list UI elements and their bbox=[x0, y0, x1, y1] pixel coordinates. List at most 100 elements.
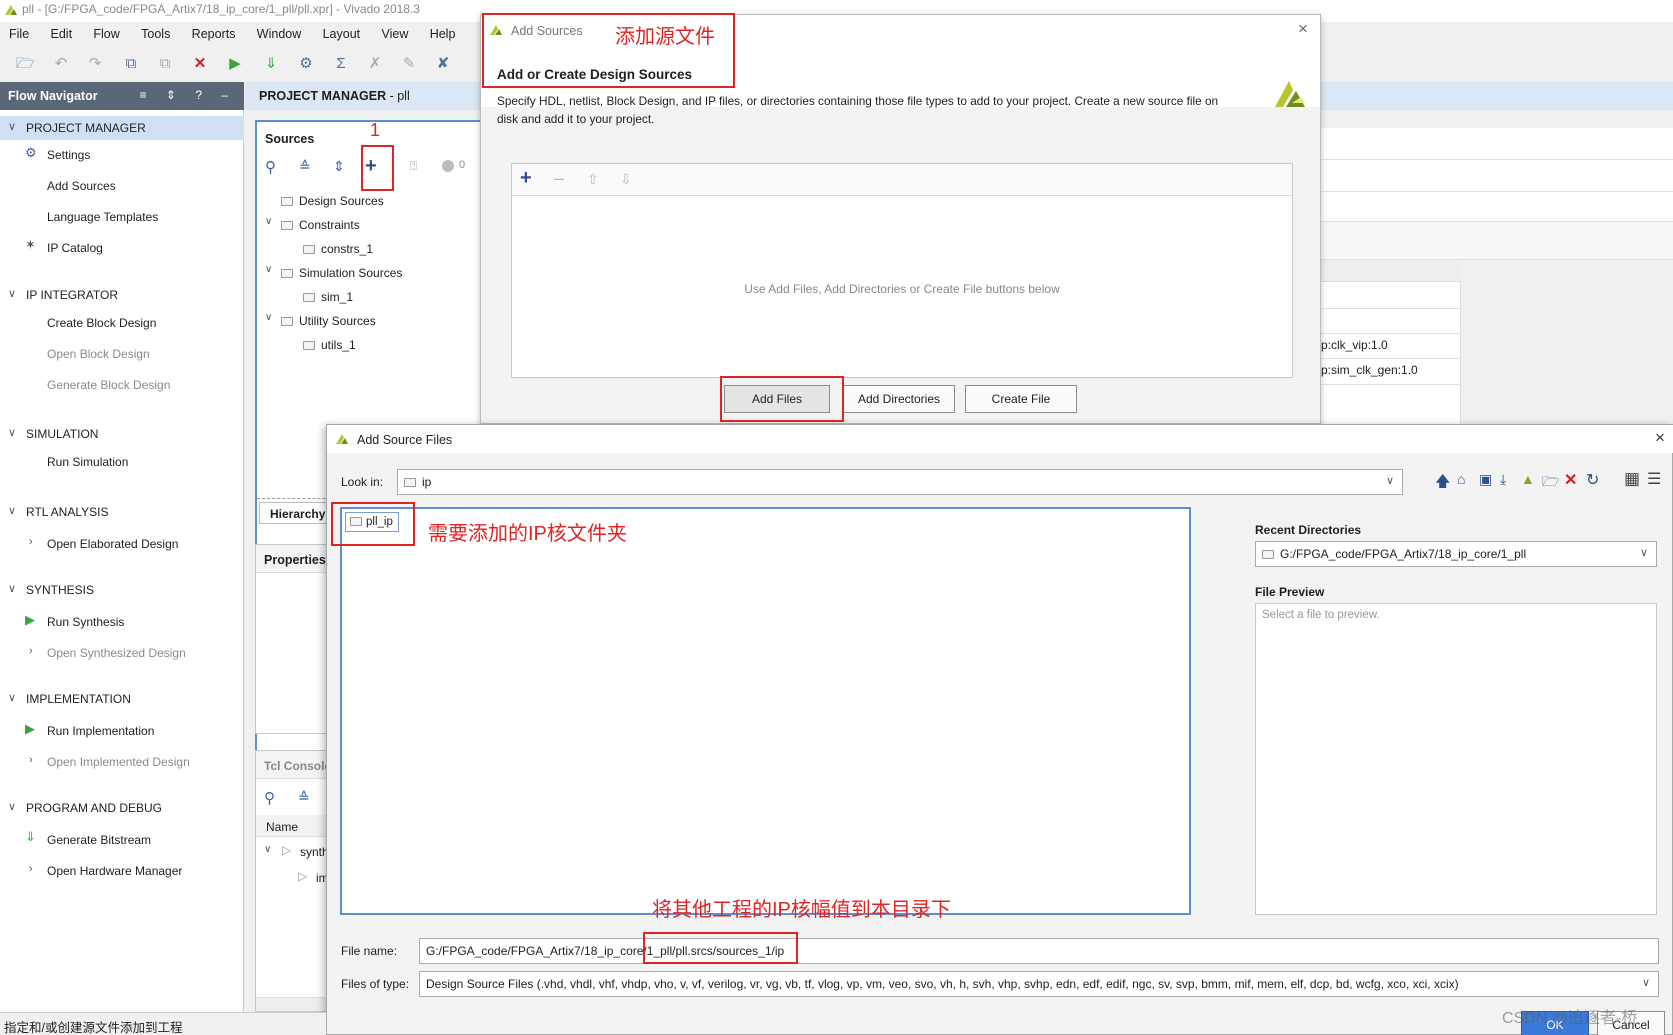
recent-directories-select[interactable]: G:/FPGA_code/FPGA_Artix7/18_ip_core/1_pl… bbox=[1255, 541, 1657, 567]
files-of-type-select[interactable]: Design Source Files (.vhd, vhdl, vhf, vh… bbox=[419, 971, 1659, 997]
paste-icon[interactable]: ⧉ bbox=[156, 55, 174, 73]
menu-layout[interactable]: Layout bbox=[314, 22, 370, 41]
menu-tools[interactable]: Tools bbox=[132, 22, 179, 41]
nav-item-generate-bitstream[interactable]: Generate Bitstream bbox=[47, 833, 151, 847]
gear-icon: ⚙ bbox=[25, 145, 37, 160]
nav-item-add-sources[interactable]: Add Sources bbox=[47, 179, 116, 193]
annotation-step-1: 1 bbox=[370, 120, 381, 140]
tree-item[interactable]: Design Sources bbox=[281, 194, 384, 208]
search-icon[interactable]: ⚲ bbox=[265, 158, 276, 176]
tree-item[interactable]: sim_1 bbox=[303, 290, 353, 304]
nav-item-generate-block-design[interactable]: Generate Block Design bbox=[47, 378, 170, 392]
download-icon[interactable]: ⤓ bbox=[1500, 471, 1506, 488]
undo-icon[interactable]: ↶ bbox=[52, 55, 70, 73]
list-view-icon[interactable]: ☰ bbox=[1647, 469, 1661, 489]
remove-minus-icon[interactable]: – bbox=[554, 168, 564, 189]
home-icon[interactable]: ⌂ bbox=[1457, 471, 1465, 487]
menu-file[interactable]: File bbox=[0, 22, 38, 41]
tree-item[interactable]: Simulation Sources bbox=[281, 266, 402, 280]
chevron-right-icon: › bbox=[29, 536, 33, 548]
menu-edit[interactable]: Edit bbox=[42, 22, 82, 41]
delete-icon[interactable]: ✕ bbox=[191, 55, 209, 73]
project-icon[interactable]: ▲ bbox=[1521, 471, 1535, 487]
move-up-icon[interactable]: ⇧ bbox=[587, 171, 599, 188]
look-in-select[interactable]: ip ∨ bbox=[397, 469, 1403, 495]
annotation-copy-ip: 将其他工程的IP核幅值到本目录下 bbox=[652, 899, 951, 921]
nav-section-ip-integrator[interactable]: ∨ IP INTEGRATOR bbox=[0, 283, 244, 307]
menu-reports[interactable]: Reports bbox=[183, 22, 245, 41]
create-file-button[interactable]: Create File bbox=[965, 385, 1077, 413]
nav-section-program-and-debug[interactable]: ∨ PROGRAM AND DEBUG bbox=[0, 796, 244, 820]
chevron-down-icon[interactable]: ∨ bbox=[265, 264, 272, 275]
nav-item-language-templates[interactable]: Language Templates bbox=[47, 210, 158, 224]
close-icon[interactable]: × bbox=[1298, 19, 1308, 39]
nav-item-create-block-design[interactable]: Create Block Design bbox=[47, 316, 156, 330]
nav-section-project-manager[interactable]: ∨ PROJECT MANAGER bbox=[0, 116, 244, 140]
nav-section-label: SYNTHESIS bbox=[26, 583, 95, 597]
nav-section-synthesis[interactable]: ∨ SYNTHESIS bbox=[0, 578, 244, 602]
flow-navigator-controls[interactable]: ≡ ⇕ ? – bbox=[140, 88, 236, 102]
up-folder-icon[interactable]: 🡅 bbox=[1435, 471, 1450, 496]
close-icon[interactable]: × bbox=[1655, 428, 1665, 448]
sigma-icon[interactable]: Σ bbox=[332, 55, 350, 73]
help-icon[interactable]: ⍰ bbox=[410, 159, 417, 174]
vivado-logo-icon bbox=[5, 5, 17, 15]
new-folder-icon[interactable]: 🗁 bbox=[1542, 471, 1559, 495]
run-icon[interactable]: ▶ bbox=[226, 55, 244, 73]
add-plus-icon[interactable]: + bbox=[520, 167, 532, 190]
nav-section-label: PROJECT MANAGER bbox=[26, 121, 146, 135]
program-device-icon[interactable]: ⇓ bbox=[262, 55, 280, 73]
collapse-all-icon[interactable]: ≙ bbox=[299, 158, 311, 175]
menu-flow[interactable]: Flow bbox=[84, 22, 128, 41]
expand-all-icon[interactable]: ⇕ bbox=[333, 158, 345, 175]
settings-gear-icon[interactable]: ⚙ bbox=[297, 55, 315, 73]
run-row[interactable]: synth bbox=[300, 845, 329, 859]
debug-icon[interactable]: ✘ bbox=[434, 55, 452, 73]
add-directories-button[interactable]: Add Directories bbox=[843, 385, 955, 413]
tree-item[interactable]: Constraints bbox=[281, 218, 360, 232]
tab-hierarchy[interactable]: Hierarchy bbox=[259, 502, 333, 524]
nav-item-ip-catalog[interactable]: IP Catalog bbox=[47, 241, 103, 255]
nav-item-open-elaborated-design[interactable]: Open Elaborated Design bbox=[47, 537, 178, 551]
file-name-input[interactable]: G:/FPGA_code/FPGA_Artix7/18_ip_core/1_pl… bbox=[419, 938, 1659, 964]
nav-item-settings[interactable]: Settings bbox=[47, 148, 90, 162]
refresh-icon[interactable]: ↻ bbox=[1586, 470, 1599, 490]
nav-item-open-synthesized-design[interactable]: Open Synthesized Design bbox=[47, 646, 186, 660]
edit-icon[interactable]: ✎ bbox=[400, 55, 418, 73]
menu-window[interactable]: Window bbox=[248, 22, 310, 41]
copy-icon[interactable]: ⧉ bbox=[122, 55, 140, 73]
grid-view-icon[interactable]: ▦ bbox=[1624, 469, 1640, 489]
nav-item-open-hardware-manager[interactable]: Open Hardware Manager bbox=[47, 864, 182, 878]
chevron-down-icon[interactable]: ∨ bbox=[265, 312, 272, 323]
chevron-down-icon[interactable]: ∨ bbox=[264, 844, 271, 855]
open-project-icon[interactable]: 🗁 bbox=[16, 55, 35, 73]
nav-item-run-implementation[interactable]: Run Implementation bbox=[47, 724, 154, 738]
menu-help[interactable]: Help bbox=[421, 22, 465, 41]
collapse-all-icon[interactable]: ≙ bbox=[298, 789, 310, 806]
menu-view[interactable]: View bbox=[372, 22, 417, 41]
sources-list[interactable]: + – ⇧ ⇩ Use Add Files, Add Directories o… bbox=[511, 163, 1293, 378]
nav-item-run-synthesis[interactable]: Run Synthesis bbox=[47, 615, 124, 629]
tool-icon[interactable]: ✗ bbox=[366, 55, 384, 73]
move-down-icon[interactable]: ⇩ bbox=[620, 171, 632, 188]
nav-section-implementation[interactable]: ∨ IMPLEMENTATION bbox=[0, 687, 244, 711]
nav-item-open-block-design[interactable]: Open Block Design bbox=[47, 347, 150, 361]
nav-section-simulation[interactable]: ∨ SIMULATION bbox=[0, 422, 244, 446]
nav-item-open-implemented-design[interactable]: Open Implemented Design bbox=[47, 755, 190, 769]
nav-section-rtl-analysis[interactable]: ∨ RTL ANALYSIS bbox=[0, 500, 244, 524]
tree-item[interactable]: utils_1 bbox=[303, 338, 356, 352]
delete-icon[interactable]: ✕ bbox=[1564, 470, 1577, 490]
file-browser[interactable]: pll_ip bbox=[340, 507, 1191, 915]
folder-icon bbox=[281, 197, 293, 206]
search-icon[interactable]: ⚲ bbox=[264, 789, 275, 807]
redo-icon[interactable]: ↷ bbox=[86, 55, 104, 73]
tree-item-label: Simulation Sources bbox=[299, 266, 403, 280]
chevron-down-icon[interactable]: ∨ bbox=[265, 216, 272, 227]
desktop-icon[interactable]: ▣ bbox=[1479, 471, 1492, 488]
dialog-description: Specify HDL, netlist, Block Design, and … bbox=[497, 94, 1219, 126]
nav-item-run-simulation[interactable]: Run Simulation bbox=[47, 455, 128, 469]
tree-item[interactable]: Utility Sources bbox=[281, 314, 376, 328]
bitstream-icon: ⇓ bbox=[25, 829, 36, 844]
chevron-down-icon: ∨ bbox=[1385, 475, 1394, 487]
tree-item[interactable]: constrs_1 bbox=[303, 242, 373, 256]
